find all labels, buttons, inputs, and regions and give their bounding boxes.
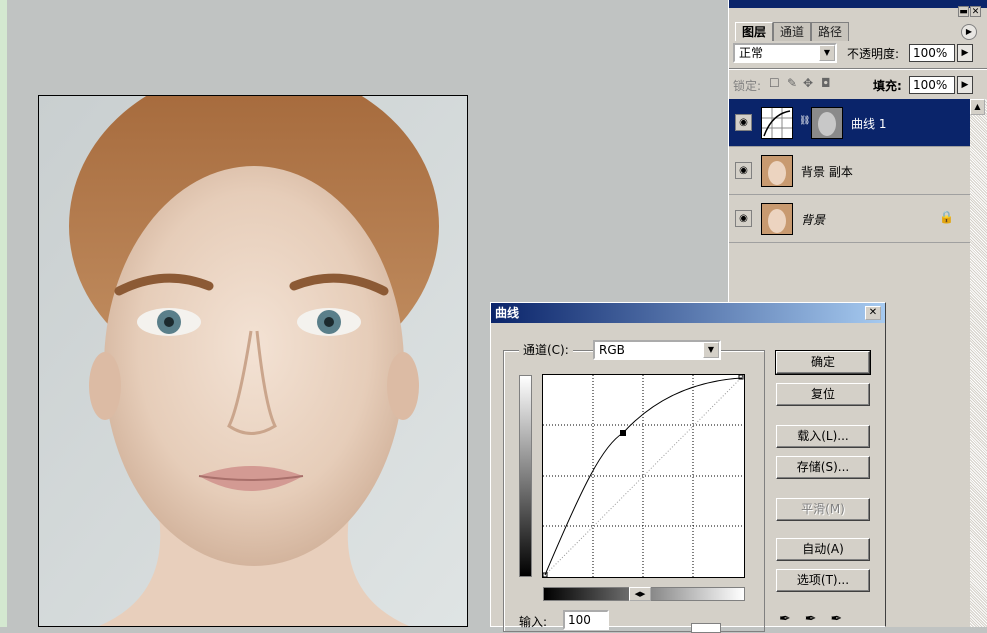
layer-thumbnail (761, 155, 793, 187)
link-icon: ⛓ (799, 116, 811, 126)
panel-menu-icon[interactable]: ▶ (961, 24, 977, 40)
layer-row-background[interactable]: ◉ 背景 🔒 (729, 195, 970, 243)
auto-button[interactable]: 自动(A) (776, 538, 870, 561)
opacity-field[interactable]: 100% (909, 44, 955, 62)
lock-move-icon[interactable]: ✥ (803, 76, 813, 90)
input-field[interactable]: 100 (563, 610, 609, 630)
channel-select[interactable]: RGB ▼ (593, 340, 721, 360)
options-button[interactable]: 选项(T)... (776, 569, 870, 592)
blend-mode-select[interactable]: 正常 ▼ (733, 43, 837, 63)
output-gradient-bar (519, 375, 532, 577)
lock-label: 锁定: (733, 79, 762, 93)
lock-all-icon[interactable]: ◘ (821, 76, 831, 90)
lock-paint-icon[interactable]: ✎ (787, 76, 797, 90)
gradient-toggle-icon[interactable]: ◀▶ (629, 587, 651, 601)
curve-graph[interactable] (542, 374, 745, 578)
fill-slider-button[interactable]: ▶ (957, 76, 973, 94)
load-button[interactable]: 载入(L)... (776, 425, 870, 448)
channel-label: 通道(C): (523, 343, 569, 357)
lock-icon: 🔒 (939, 210, 954, 224)
layer-thumbnail (761, 203, 793, 235)
opacity-slider-button[interactable]: ▶ (957, 44, 973, 62)
eye-icon[interactable]: ◉ (735, 114, 752, 131)
lock-transparency-icon[interactable]: ☐ (769, 76, 780, 90)
tab-channels[interactable]: 通道 (773, 22, 812, 41)
close-icon[interactable]: ✕ (865, 306, 881, 320)
layer-row-curves[interactable]: ◉ ⛓ 曲线 1 (729, 99, 970, 147)
curves-dialog: 曲线 ✕ 通道(C): RGB ▼ ◀▶ 输入: 100 确定 复位 载入(L)… (490, 302, 886, 633)
layer-name: 背景 (801, 213, 826, 227)
save-button[interactable]: 存储(S)... (776, 456, 870, 479)
reset-button[interactable]: 复位 (776, 383, 870, 406)
layer-list: ◉ ⛓ 曲线 1 ◉ 背景 副本 ◉ 背景 🔒 (729, 99, 970, 243)
smooth-button[interactable]: 平滑(M) (776, 498, 870, 521)
tone-curve (544, 377, 743, 576)
chevron-down-icon: ▼ (703, 342, 719, 358)
layers-scrollbar[interactable]: ▲ (970, 99, 987, 627)
portrait-image[interactable] (38, 95, 468, 627)
curves-adjustment-icon (761, 107, 793, 139)
output-field[interactable] (691, 623, 721, 633)
channel-row: 通道(C): (519, 341, 573, 363)
layer-row-background-copy[interactable]: ◉ 背景 副本 (729, 147, 970, 195)
blend-mode-value: 正常 (739, 46, 764, 60)
fill-field[interactable]: 100% (909, 76, 955, 94)
layer-mask-thumbnail[interactable] (811, 107, 843, 139)
panel-title-bar (729, 0, 987, 8)
eyedropper-group: ✒ ✒ ✒ (779, 611, 842, 627)
dialog-title: 曲线 (491, 303, 885, 323)
panel-tabs: 图层 通道 路径 (735, 22, 850, 41)
channel-value: RGB (599, 343, 625, 357)
white-eyedropper-icon[interactable]: ✒ (830, 611, 842, 627)
black-eyedropper-icon[interactable]: ✒ (779, 611, 791, 627)
layer-name: 背景 副本 (801, 165, 853, 179)
gray-eyedropper-icon[interactable]: ✒ (805, 611, 817, 627)
eye-icon[interactable]: ◉ (735, 162, 752, 179)
opacity-label: 不透明度: (847, 47, 900, 61)
curve-point (620, 430, 626, 436)
ok-button[interactable]: 确定 (775, 350, 871, 375)
minimize-icon[interactable]: ▬ (958, 6, 969, 17)
tab-layers[interactable]: 图层 (735, 22, 774, 41)
input-label: 输入: (519, 615, 548, 629)
fill-label: 填充: (873, 79, 902, 93)
scroll-up-icon[interactable]: ▲ (970, 99, 985, 115)
left-edge-strip (0, 0, 7, 627)
eye-icon[interactable]: ◉ (735, 210, 752, 227)
chevron-down-icon: ▼ (819, 45, 835, 61)
tab-paths[interactable]: 路径 (811, 22, 850, 41)
layer-name: 曲线 1 (851, 117, 887, 131)
close-icon[interactable]: ✕ (970, 6, 981, 17)
